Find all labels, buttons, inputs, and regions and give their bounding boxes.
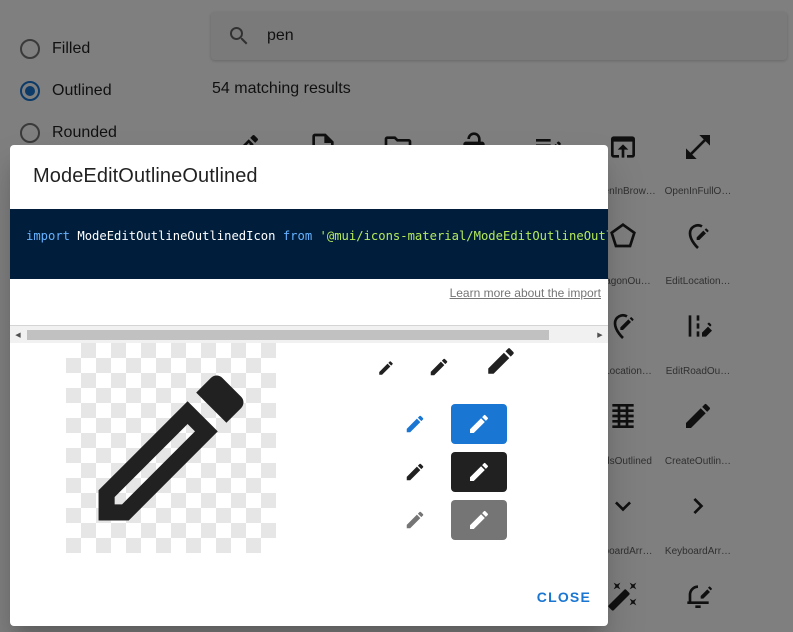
code-import-path: '@mui/icons-material/ModeEditOutlineOutl… xyxy=(319,229,608,243)
pen-icon-dark xyxy=(404,461,426,483)
pen-icon-grey xyxy=(404,509,426,531)
horizontal-scrollbar[interactable]: ◀ ▶ xyxy=(10,325,608,343)
scrollbar-thumb[interactable] xyxy=(27,330,549,340)
scroll-left-arrow-icon[interactable]: ◀ xyxy=(10,326,26,343)
pen-icon-on-dark xyxy=(467,460,491,484)
pen-icon-on-grey xyxy=(467,508,491,532)
icon-preview-checkerboard xyxy=(66,343,276,553)
dialog-title: ModeEditOutlineOutlined xyxy=(33,165,258,187)
pen-icon-small xyxy=(377,359,395,377)
code-component-name: ModeEditOutlineOutlinedIcon xyxy=(77,229,276,243)
code-import-keyword: import xyxy=(26,229,71,243)
import-statement[interactable]: import ModeEditOutlineOutlinedIcon from … xyxy=(26,229,608,243)
pen-icon-large xyxy=(484,344,518,378)
large-pen-icon xyxy=(66,343,276,553)
icon-detail-dialog: ModeEditOutlineOutlined import ModeEditO… xyxy=(10,145,608,626)
swatch-grey xyxy=(451,500,507,540)
code-from-keyword: from xyxy=(282,229,313,243)
swatch-dark xyxy=(451,452,507,492)
close-button[interactable]: CLOSE xyxy=(537,589,591,605)
swatch-primary xyxy=(451,404,507,444)
learn-more-link[interactable]: Learn more about the import xyxy=(450,286,601,300)
pen-icon-on-primary xyxy=(467,412,491,436)
pen-icon-medium xyxy=(428,356,450,378)
scroll-right-arrow-icon[interactable]: ▶ xyxy=(592,326,608,343)
pen-icon-primary xyxy=(404,413,426,435)
import-code-block[interactable]: import ModeEditOutlineOutlinedIcon from … xyxy=(10,209,608,343)
